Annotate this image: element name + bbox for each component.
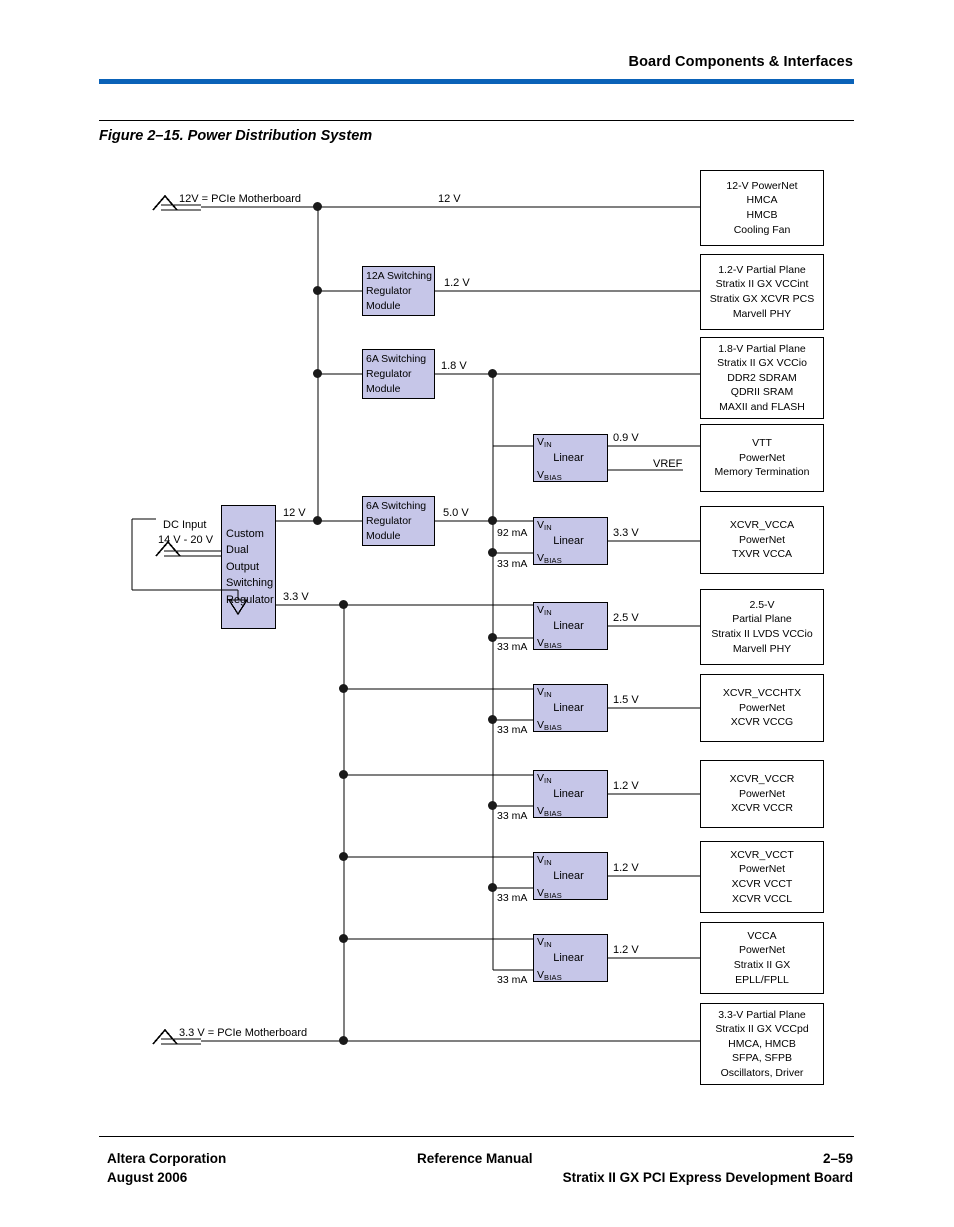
current-label-33ma-epll: 33 mA (497, 974, 528, 986)
output-label-2v5: 2.5 V (613, 612, 639, 624)
footer-rule (99, 1136, 854, 1137)
current-label-33ma-1v5: 33 mA (497, 724, 528, 736)
footer-page-number: 2–59 (822, 1151, 853, 1166)
junction-3v3-pcie (339, 1036, 348, 1045)
footer-company: Altera Corporation (107, 1151, 227, 1166)
junction-3v3-2v5 (339, 600, 348, 609)
current-label-33ma-vccr: 33 mA (497, 810, 528, 822)
dc-input-range: 14 V - 20 V (158, 534, 214, 546)
junction-5v0-vbias (488, 548, 497, 557)
power-distribution-diagram: 12-V PowerNet HMCA HMCB Cooling Fan 1.2-… (0, 0, 954, 1227)
junction-vbias-1v5 (488, 715, 497, 724)
current-label-33ma-vcct: 33 mA (497, 892, 528, 904)
dc-input-title: DC Input (163, 519, 207, 531)
vref-label: VREF (653, 458, 683, 470)
current-label-92ma: 92 mA (497, 527, 528, 539)
junction-3v3-1v5 (339, 684, 348, 693)
junction-12v-top (313, 202, 322, 211)
output-label-1v5: 1.5 V (613, 694, 639, 706)
output-label-1v2-epll: 1.2 V (613, 944, 639, 956)
footer-board-name: Stratix II GX PCI Express Development Bo… (562, 1170, 853, 1185)
rail-label-12v: 12 V (438, 193, 461, 205)
junction-3v3-vccr (339, 770, 348, 779)
output-label-0v9: 0.9 V (613, 432, 639, 444)
diagram-wiring (131, 194, 700, 1045)
junction-5v0-vin (488, 516, 497, 525)
source-label-3v3: 3.3 V = PCIe Motherboard (179, 1027, 308, 1039)
junction-vbias-vcct (488, 883, 497, 892)
rail-label-custom-3v3: 3.3 V (283, 591, 309, 603)
junction-3v3-epll (339, 934, 348, 943)
junction-12v-1v2 (313, 286, 322, 295)
footer-doc-type: Reference Manual (417, 1151, 533, 1166)
footer-date: August 2006 (107, 1170, 188, 1185)
current-label-33ma-3v3: 33 mA (497, 558, 528, 570)
junction-1v8-tap (488, 369, 497, 378)
junction-vbias-2v5 (488, 633, 497, 642)
rail-label-custom-12v: 12 V (283, 507, 306, 519)
junction-12v-5v0 (313, 516, 322, 525)
junction-12v-1v8 (313, 369, 322, 378)
source-label-12v: 12V = PCIe Motherboard (179, 193, 301, 205)
current-label-33ma-2v5: 33 mA (497, 641, 528, 653)
rail-label-1v8: 1.8 V (441, 360, 467, 372)
junction-3v3-vcct (339, 852, 348, 861)
rail-label-1v2: 1.2 V (444, 277, 470, 289)
output-label-1v2-vccr: 1.2 V (613, 780, 639, 792)
junction-vbias-vccr (488, 801, 497, 810)
rail-label-5v0: 5.0 V (443, 507, 469, 519)
output-label-3v3: 3.3 V (613, 527, 639, 539)
document-page: Board Components & Interfaces Figure 2–1… (0, 0, 954, 1227)
output-label-1v2-vcct: 1.2 V (613, 862, 639, 874)
